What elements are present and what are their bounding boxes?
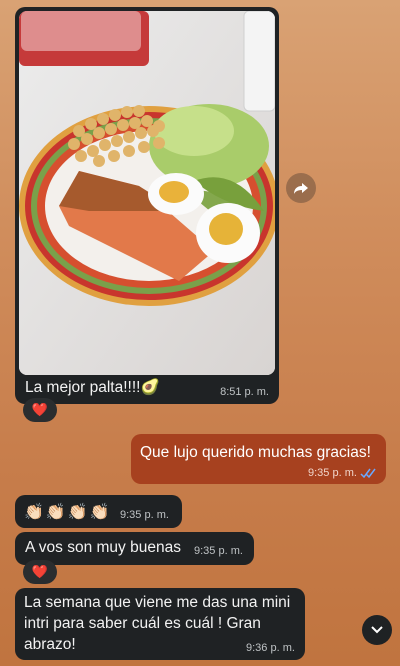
message-text: Que lujo querido muchas gracias! bbox=[140, 444, 371, 461]
heart-icon: ❤️ bbox=[31, 564, 49, 579]
reaction-heart[interactable]: ❤️ bbox=[23, 560, 57, 584]
photo-message[interactable]: La mejor palta!!!!🥑 8:51 p. m. bbox=[15, 7, 279, 404]
message-time: 8:51 p. m. bbox=[220, 386, 269, 398]
heart-icon: ❤️ bbox=[31, 402, 49, 417]
double-check-icon bbox=[360, 468, 376, 479]
outgoing-message[interactable]: Que lujo querido muchas gracias! 9:35 p.… bbox=[131, 434, 386, 484]
avocado-emoji: 🥑 bbox=[140, 379, 160, 396]
message-time: 9:36 p. m. bbox=[246, 642, 295, 654]
incoming-message[interactable]: La semana que viene me das una mini intr… bbox=[15, 588, 305, 660]
forward-arrow-icon bbox=[294, 183, 308, 194]
chevron-down-icon bbox=[371, 626, 383, 634]
message-time: 9:35 p. m. bbox=[120, 509, 169, 521]
food-photo[interactable] bbox=[19, 11, 275, 375]
emoji-message[interactable]: 👏🏻👏🏻👏🏻👏🏻 9:35 p. m. bbox=[15, 495, 182, 528]
message-time: 9:35 p. m. bbox=[308, 467, 357, 479]
scroll-down-button[interactable] bbox=[362, 615, 392, 645]
reaction-heart[interactable]: ❤️ bbox=[23, 398, 57, 422]
forward-button[interactable] bbox=[286, 173, 316, 203]
message-time: 9:35 p. m. bbox=[194, 545, 243, 557]
incoming-message[interactable]: A vos son muy buenas 9:35 p. m. bbox=[15, 532, 254, 565]
photo-caption: La mejor palta!!!! bbox=[25, 379, 141, 396]
clapping-emojis: 👏🏻👏🏻👏🏻👏🏻 bbox=[24, 504, 112, 521]
message-text: A vos son muy buenas bbox=[25, 539, 181, 556]
